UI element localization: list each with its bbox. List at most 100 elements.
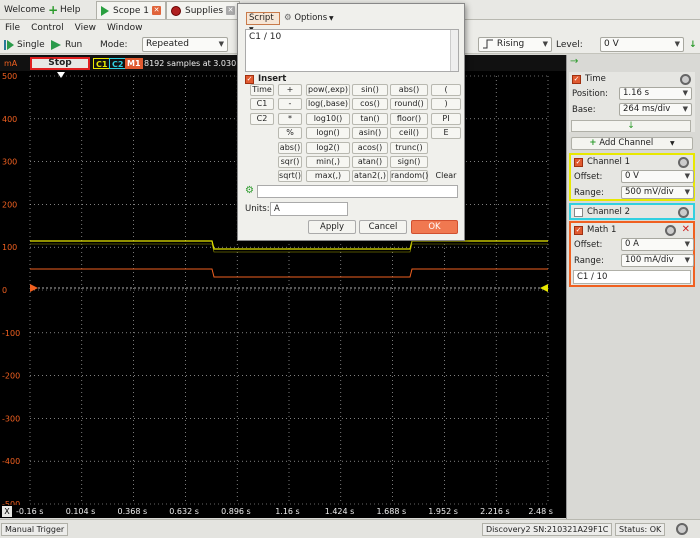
stop-button[interactable]: Stop	[30, 57, 90, 70]
insert-function-key[interactable]: acos()	[352, 141, 388, 154]
base-input[interactable]: 264 ms/div ▼	[619, 103, 692, 116]
insert-function-key[interactable]: ceil()	[390, 127, 428, 140]
insert-function-key[interactable]: atan()	[352, 156, 388, 168]
trigger-position-marker[interactable]	[57, 72, 65, 78]
insert-key-c2[interactable]: C2	[250, 112, 274, 125]
position-input[interactable]: 1.16 s ▼	[619, 87, 692, 100]
tab-scope[interactable]: Scope 1 ✕	[96, 1, 167, 19]
insert-function-key[interactable]: pow(,exp)	[306, 84, 350, 96]
insert-function-key[interactable]: trunc()	[390, 141, 428, 154]
insert-operator-key[interactable]: *	[278, 112, 302, 125]
gear-icon[interactable]	[678, 157, 689, 168]
close-icon[interactable]: ✕	[226, 6, 236, 15]
insert-function-key[interactable]: sin()	[352, 84, 388, 96]
insert-operator-key[interactable]: +	[278, 84, 302, 96]
insert-function-key[interactable]: abs()	[278, 141, 302, 154]
insert-key-time[interactable]: Time	[250, 84, 274, 96]
channel1-range-input[interactable]: 500 mV/div ▼	[621, 186, 694, 199]
range-label: Range:	[574, 256, 604, 266]
cancel-button[interactable]: Cancel	[359, 220, 407, 234]
insert-function-key[interactable]: tan()	[352, 112, 388, 125]
insert-function-key[interactable]: PI	[431, 112, 461, 125]
chevron-down-icon: ▼	[674, 40, 680, 48]
single-label: Single	[17, 39, 45, 50]
gear-icon[interactable]	[676, 523, 688, 535]
checkbox-icon[interactable]	[574, 207, 583, 217]
insert-function-key[interactable]: sqr()	[278, 156, 302, 168]
tab-supplies[interactable]: Supplies ✕	[166, 1, 241, 19]
insert-function-key[interactable]: abs()	[390, 84, 428, 96]
insert-function-key[interactable]: )	[431, 98, 461, 111]
math1-range-input[interactable]: 100 mA/div ▼	[621, 254, 694, 267]
ok-button[interactable]: OK	[411, 220, 458, 234]
gear-icon[interactable]	[678, 207, 689, 218]
trigger-level-marker[interactable]	[540, 284, 548, 292]
insert-function-key[interactable]: max(,)	[306, 170, 350, 183]
clear-button[interactable]: Clear	[431, 170, 461, 182]
insert-function-key[interactable]: random()	[390, 170, 428, 183]
insert-function-key[interactable]: log(,base)	[306, 98, 350, 111]
checkbox-icon[interactable]: ✓	[574, 225, 583, 235]
insert-function-key[interactable]: round()	[390, 98, 428, 111]
tab-welcome[interactable]: Welcome +	[0, 1, 62, 19]
insert-function-key[interactable]: sign()	[390, 156, 428, 168]
manual-trigger-button[interactable]: Manual Trigger	[1, 523, 69, 536]
insert-function-key[interactable]: (	[431, 84, 461, 96]
menu-control[interactable]: Control	[31, 23, 64, 33]
math1-expression[interactable]: C1 / 10	[573, 270, 691, 284]
math1-offset-input[interactable]: 0 A ▼	[621, 238, 694, 251]
run-icon	[51, 39, 61, 50]
badge-c2[interactable]: C2	[109, 58, 127, 69]
add-channel-button[interactable]: + Add Channel ▼	[571, 137, 693, 150]
trigger-edge-select[interactable]: Rising ▼	[478, 37, 552, 52]
insert-function-key[interactable]: min(,)	[306, 156, 350, 168]
insert-function-key[interactable]: cos()	[352, 98, 388, 111]
insert-function-key[interactable]: log2()	[306, 141, 350, 154]
checkbox-icon[interactable]: ✓	[574, 157, 583, 167]
channel1-offset-input[interactable]: 0 V ▼	[621, 170, 694, 183]
math1-offset-marker[interactable]	[30, 284, 38, 292]
insert-function-key[interactable]: atan2(,)	[352, 170, 388, 183]
menu-view[interactable]: View	[75, 23, 96, 33]
device-info[interactable]: Discovery2 SN:210321A29F1C	[482, 523, 613, 536]
arrow-down-icon[interactable]: ↓	[689, 37, 697, 52]
expression-editor[interactable]: C1 / 10	[245, 29, 459, 72]
gear-icon[interactable]	[680, 74, 691, 85]
insert-function-key[interactable]: log10()	[306, 112, 350, 125]
level-select[interactable]: 0 V ▼	[600, 37, 684, 52]
insert-function-key[interactable]: E	[431, 127, 461, 140]
single-button[interactable]: Single	[3, 37, 45, 52]
position-value: 1.16 s	[623, 88, 650, 98]
insert-key-c1[interactable]: C1	[250, 98, 274, 111]
tab-help[interactable]: Help	[56, 1, 85, 19]
insert-function-key[interactable]: logn()	[306, 127, 350, 140]
time-apply-down-button[interactable]: ↓	[571, 120, 691, 132]
x-axis-corner[interactable]: X	[2, 506, 12, 517]
insert-operator-key[interactable]: -	[278, 98, 302, 111]
apply-button[interactable]: Apply	[308, 220, 356, 234]
close-icon[interactable]: ✕	[152, 6, 162, 15]
insert-function-key[interactable]: sqrt()	[278, 170, 302, 183]
menu-file[interactable]: File	[5, 23, 20, 33]
insert-toggle[interactable]: ✓ Insert	[245, 74, 286, 84]
function-search-input[interactable]	[257, 185, 458, 198]
script-button[interactable]: Script ▼	[246, 12, 280, 33]
options-button[interactable]: ⚙ Options ▼	[284, 12, 334, 25]
tab-welcome-label: Welcome	[4, 5, 46, 15]
arrow-right-icon[interactable]: →	[570, 56, 578, 67]
insert-operator-key[interactable]: %	[278, 127, 302, 140]
add-function-icon[interactable]: ⚙	[245, 185, 254, 196]
y-tick-label: 300	[2, 158, 17, 167]
close-icon[interactable]: ✕	[682, 224, 690, 235]
insert-function-key[interactable]: asin()	[352, 127, 388, 140]
expression-scrollbar[interactable]	[450, 30, 458, 71]
badge-m1[interactable]: M1	[125, 58, 143, 69]
badge-c1[interactable]: C1	[93, 58, 111, 69]
units-input[interactable]: A	[270, 202, 348, 216]
checkbox-icon[interactable]: ✓	[572, 74, 581, 84]
insert-function-key[interactable]: floor()	[390, 112, 428, 125]
menu-window[interactable]: Window	[107, 23, 143, 33]
gear-icon[interactable]	[665, 225, 676, 236]
run-button[interactable]: Run	[50, 37, 82, 52]
mode-select[interactable]: Repeated ▼	[142, 37, 228, 52]
